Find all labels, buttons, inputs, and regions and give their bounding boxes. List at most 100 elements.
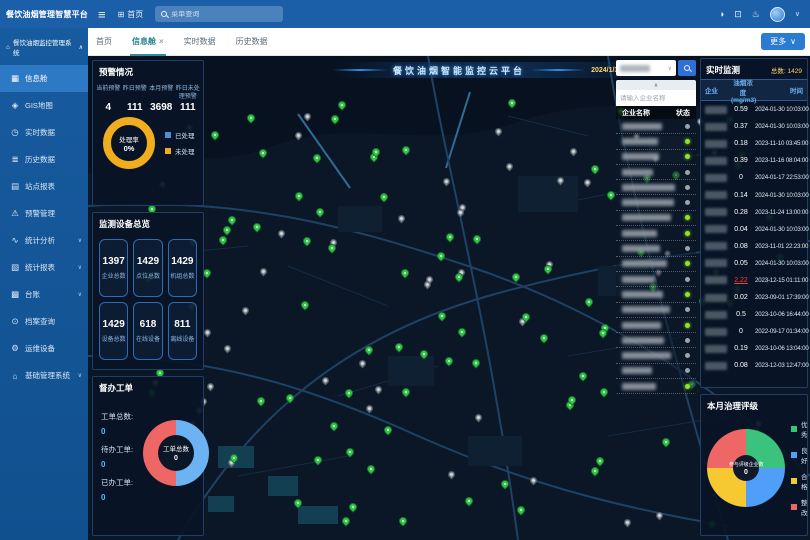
green-map-pin-icon[interactable] (583, 296, 594, 307)
green-map-pin-icon[interactable] (364, 344, 375, 355)
company-list-item[interactable] (616, 318, 696, 333)
green-map-pin-icon[interactable] (285, 393, 296, 404)
gray-map-pin-icon[interactable] (364, 404, 374, 414)
green-map-pin-icon[interactable] (506, 97, 517, 108)
company-list-item[interactable] (616, 272, 696, 287)
monitor-row[interactable]: 0.08 2023-12-03 12:47:00 (701, 357, 807, 374)
green-map-pin-icon[interactable] (499, 478, 510, 489)
green-map-pin-icon[interactable] (365, 463, 376, 474)
green-map-pin-icon[interactable] (257, 148, 268, 159)
company-list-item[interactable] (616, 287, 696, 302)
company-list-item[interactable] (616, 195, 696, 210)
green-map-pin-icon[interactable] (399, 268, 410, 279)
close-icon[interactable]: × (159, 37, 164, 46)
gray-map-pin-icon[interactable] (396, 213, 406, 223)
green-map-pin-icon[interactable] (209, 129, 220, 140)
gray-map-pin-icon[interactable] (205, 382, 215, 392)
green-map-pin-icon[interactable] (400, 387, 411, 398)
monitor-row[interactable]: 0.28 2023-11-24 13:00:00 (701, 204, 807, 221)
monitor-row[interactable]: 0.04 2024-01-30 10:03:00 (701, 221, 807, 238)
company-list-item[interactable] (616, 364, 696, 379)
green-map-pin-icon[interactable] (336, 99, 347, 110)
monitor-row[interactable]: 0.08 2023-11-01 22:23:00 (701, 238, 807, 255)
theme-icon[interactable]: ◑ (719, 9, 724, 19)
sidebar-item-history-data[interactable]: ≣ 历史数据 (0, 146, 88, 173)
monitor-row[interactable]: 0.5 2023-10-06 16:44:00 (701, 306, 807, 323)
company-list-item[interactable] (616, 180, 696, 195)
green-map-pin-icon[interactable] (293, 497, 304, 508)
company-list-item[interactable] (616, 333, 696, 348)
sidebar-item-station-report[interactable]: ▤ 站点报表 (0, 173, 88, 200)
green-map-pin-icon[interactable] (598, 387, 609, 398)
sidebar-item-stat-report[interactable]: ▧ 统计报表 ∨ (0, 254, 88, 281)
user-avatar[interactable] (770, 7, 785, 22)
green-map-pin-icon[interactable] (463, 495, 474, 506)
monitor-row[interactable]: 0.05 2024-01-30 10:03:00 (701, 255, 807, 272)
green-map-pin-icon[interactable] (577, 370, 588, 381)
menu-search-input[interactable] (171, 11, 271, 18)
monitor-row[interactable]: 0.02 2023-09-01 17:39:00 (701, 289, 807, 306)
company-search-button[interactable] (678, 60, 696, 76)
menu-search-box[interactable] (155, 6, 283, 22)
gray-map-pin-icon[interactable] (654, 510, 664, 520)
gray-map-pin-icon[interactable] (293, 131, 303, 141)
monitor-row[interactable]: 0.18 2023-11-10 03:45:00 (701, 135, 807, 152)
gray-map-pin-icon[interactable] (223, 344, 233, 354)
green-map-pin-icon[interactable] (510, 271, 521, 282)
green-map-pin-icon[interactable] (226, 215, 237, 226)
green-map-pin-icon[interactable] (344, 387, 355, 398)
green-map-pin-icon[interactable] (340, 516, 351, 527)
green-map-pin-icon[interactable] (605, 189, 616, 200)
gray-map-pin-icon[interactable] (442, 177, 452, 187)
green-map-pin-icon[interactable] (393, 341, 404, 352)
company-list-item[interactable] (616, 165, 696, 180)
company-list-item[interactable] (616, 226, 696, 241)
green-map-pin-icon[interactable] (344, 447, 355, 458)
green-map-pin-icon[interactable] (400, 144, 411, 155)
green-map-pin-icon[interactable] (328, 421, 339, 432)
gray-map-pin-icon[interactable] (555, 176, 565, 186)
gray-map-pin-icon[interactable] (321, 376, 331, 386)
collapse-button[interactable]: ∧ (616, 80, 696, 90)
gray-map-pin-icon[interactable] (373, 385, 383, 395)
tab-info-cabin[interactable]: 信息舱 × (132, 28, 164, 56)
green-map-pin-icon[interactable] (471, 233, 482, 244)
company-list-item[interactable] (616, 150, 696, 165)
green-map-pin-icon[interactable] (435, 251, 446, 262)
monitor-row[interactable]: 0.37 2024-01-30 10:03:00 (701, 118, 807, 135)
company-list-item[interactable] (616, 211, 696, 226)
gray-map-pin-icon[interactable] (474, 412, 484, 422)
chevron-down-icon[interactable]: ∨ (795, 10, 800, 18)
green-map-pin-icon[interactable] (255, 395, 266, 406)
gray-map-pin-icon[interactable] (493, 126, 503, 136)
green-map-pin-icon[interactable] (444, 231, 455, 242)
sidebar-item-info-cabin[interactable]: ▦ 信息舱 (0, 65, 88, 92)
green-map-pin-icon[interactable] (294, 190, 305, 201)
gray-map-pin-icon[interactable] (529, 476, 539, 486)
green-map-pin-icon[interactable] (314, 207, 325, 218)
company-list-item[interactable] (616, 119, 696, 134)
notification-icon[interactable]: ♨ (752, 9, 760, 20)
green-map-pin-icon[interactable] (397, 515, 408, 526)
sidebar-item-archive-query[interactable]: ⊙ 档案查询 (0, 308, 88, 335)
gray-map-pin-icon[interactable] (568, 147, 578, 157)
gray-map-pin-icon[interactable] (505, 162, 515, 172)
green-map-pin-icon[interactable] (221, 224, 232, 235)
company-list-item[interactable] (616, 379, 696, 394)
monitor-row[interactable]: 0.39 2023-11-16 08:04:00 (701, 152, 807, 169)
company-list-item[interactable] (616, 134, 696, 149)
company-list-item[interactable] (616, 303, 696, 318)
company-name-input[interactable] (620, 95, 692, 102)
green-map-pin-icon[interactable] (471, 357, 482, 368)
monitor-row[interactable]: 0 2024-01-17 22:53:00 (701, 169, 807, 186)
apps-icon[interactable]: ⊡ (734, 9, 742, 20)
gray-map-pin-icon[interactable] (622, 518, 632, 528)
tab-home[interactable]: 首页 (96, 28, 112, 56)
gray-map-pin-icon[interactable] (241, 305, 251, 315)
green-map-pin-icon[interactable] (301, 235, 312, 246)
green-map-pin-icon[interactable] (457, 326, 468, 337)
green-map-pin-icon[interactable] (515, 504, 526, 515)
green-map-pin-icon[interactable] (329, 114, 340, 125)
breadcrumb-home[interactable]: ⊞ 首页 (118, 9, 144, 20)
green-map-pin-icon[interactable] (660, 436, 671, 447)
